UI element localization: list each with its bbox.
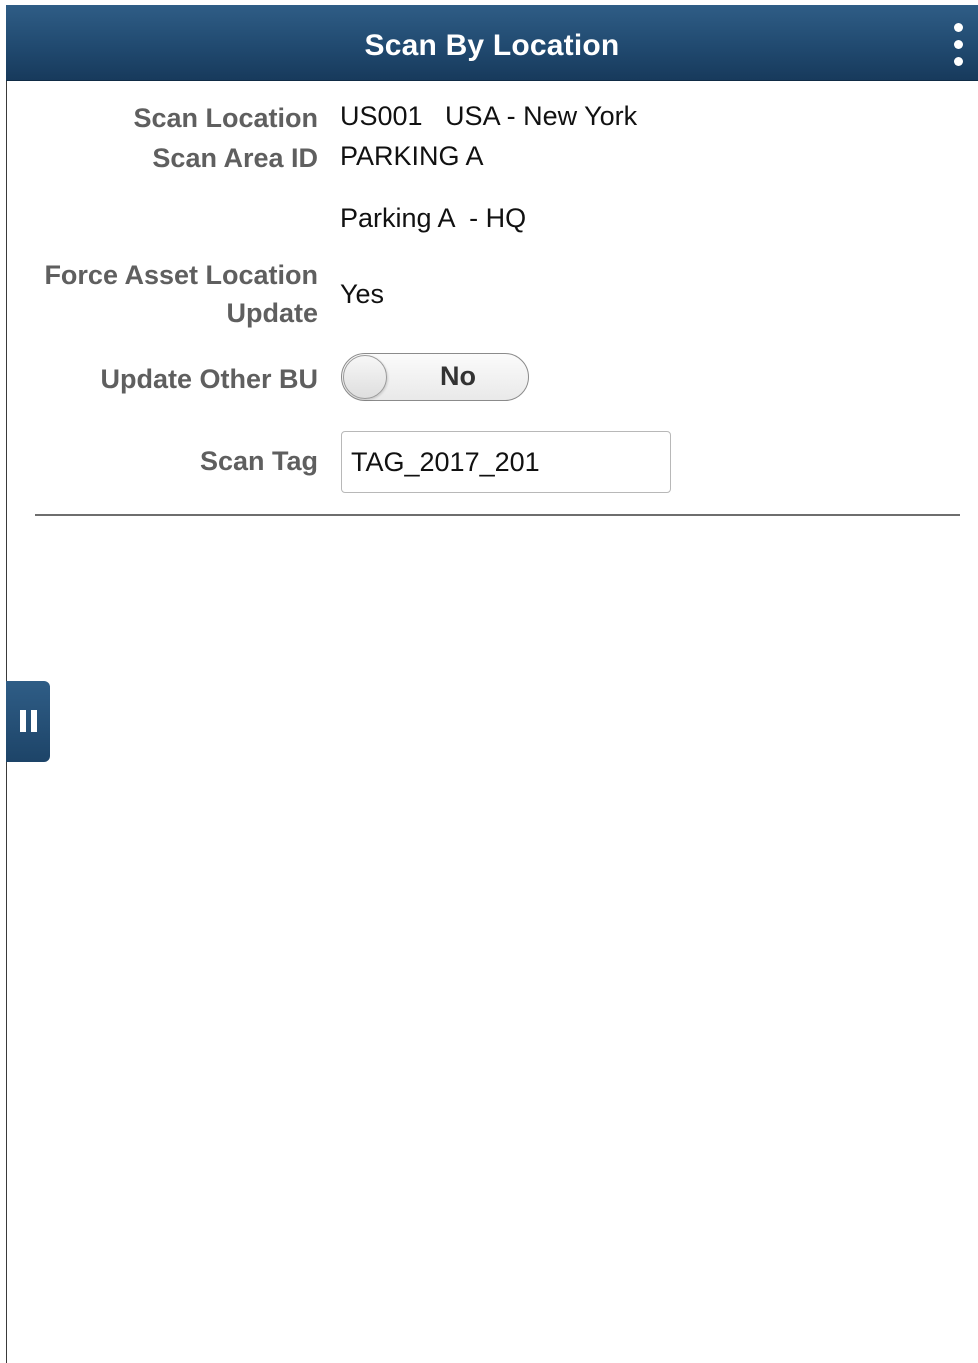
kebab-menu-icon[interactable] — [950, 23, 966, 69]
scan-location-value: US001 USA - New York — [340, 101, 638, 131]
scan-tag-label: Scan Tag — [199, 446, 318, 476]
panel-toggle-icon[interactable] — [6, 681, 50, 762]
section-divider — [35, 514, 960, 516]
force-asset-location-label-line1: Force Asset Location — [44, 260, 318, 290]
scan-area-description: Parking A - HQ — [340, 203, 527, 233]
page-title: Scan By Location — [364, 29, 620, 62]
kebab-dot — [954, 23, 963, 32]
force-asset-location-label-line2: Update — [226, 298, 318, 328]
scan-area-id-value: PARKING A — [340, 141, 484, 171]
update-other-bu-toggle[interactable]: No — [341, 353, 529, 401]
scan-tag-input[interactable] — [341, 431, 671, 493]
toggle-knob — [343, 355, 387, 399]
scan-area-id-label: Scan Area ID — [152, 143, 318, 173]
force-asset-location-value: Yes — [340, 279, 385, 309]
scan-location-label: Scan Location — [133, 103, 318, 133]
kebab-dot — [954, 57, 963, 66]
panel-toggle-bar — [20, 710, 26, 732]
page-header: Scan By Location — [6, 5, 978, 81]
toggle-state-text: No — [440, 361, 476, 391]
panel-toggle-bar — [31, 710, 37, 732]
kebab-dot — [954, 40, 963, 49]
update-other-bu-label: Update Other BU — [100, 364, 318, 394]
